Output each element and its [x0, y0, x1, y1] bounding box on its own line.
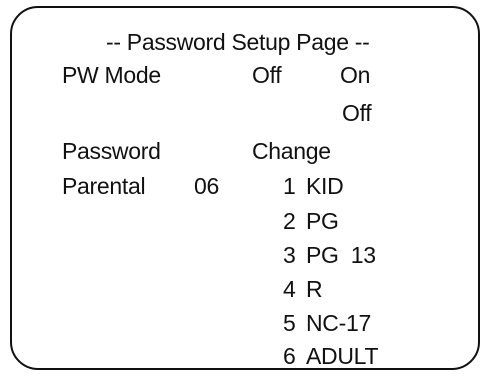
- password-label: Password: [62, 138, 161, 164]
- password-change-option[interactable]: Change: [252, 138, 331, 164]
- parental-level-rating: R: [306, 276, 323, 302]
- pw-mode-option-off[interactable]: Off: [342, 100, 372, 126]
- page-title: -- Password Setup Page --: [106, 29, 370, 55]
- parental-level-number: 6: [283, 343, 296, 369]
- pw-mode-current-value[interactable]: Off: [252, 62, 282, 88]
- pw-mode-label: PW Mode: [62, 62, 161, 88]
- parental-level-number: 2: [283, 208, 296, 234]
- pw-mode-option-on[interactable]: On: [340, 62, 370, 88]
- parental-level-rating: KID: [306, 173, 344, 199]
- parental-level-value[interactable]: 06: [194, 173, 219, 199]
- parental-level-number: 4: [283, 276, 296, 302]
- parental-level-number: 5: [283, 310, 296, 336]
- parental-level-number: 3: [283, 242, 296, 268]
- parental-level-rating: NC-17: [306, 310, 371, 336]
- parental-label: Parental: [62, 173, 146, 199]
- parental-level-number: 1: [283, 173, 296, 199]
- parental-level-rating: PG 13: [306, 242, 376, 268]
- parental-level-rating: PG: [306, 208, 339, 234]
- parental-level-rating: ADULT: [306, 343, 379, 369]
